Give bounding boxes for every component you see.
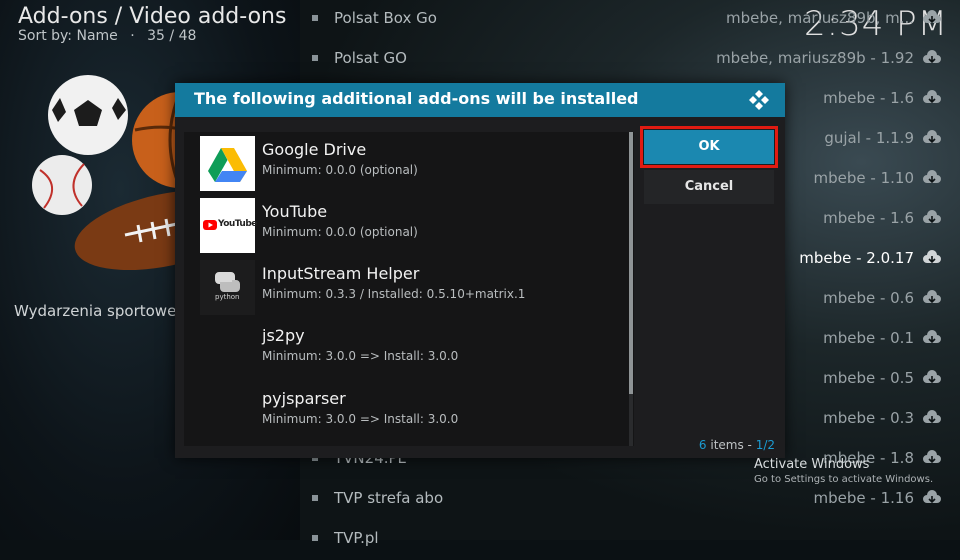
- addon-version: mbebe - 0.5: [823, 369, 914, 387]
- cloud-download-icon: [923, 290, 941, 304]
- addon-requirement: Minimum: 3.0.0 => Install: 3.0.0: [262, 412, 459, 426]
- list-item[interactable]: js2py Minimum: 3.0.0 => Install: 3.0.0: [200, 322, 630, 384]
- item-counter: 6 items - 1/2: [699, 438, 775, 452]
- youtube-logo-text: YouTube: [218, 219, 257, 229]
- dialog-title: The following additional add-ons will be…: [194, 89, 639, 108]
- google-drive-icon: [200, 136, 255, 191]
- addon-version: mbebe - 1.6: [823, 89, 914, 107]
- item-count: 6: [698, 438, 707, 452]
- addon-name: pyjsparser: [262, 389, 346, 408]
- cloud-download-icon: [923, 90, 941, 104]
- watermark-subtitle: Go to Settings to activate Windows.: [754, 474, 934, 485]
- sort-separator: ·: [130, 28, 135, 44]
- scrollbar-thumb[interactable]: [629, 132, 633, 394]
- addon-name: js2py: [262, 326, 305, 345]
- list-item[interactable]: Polsat Box Go mbebe, mariusz89b, m...: [300, 0, 960, 40]
- addon-version: mbebe - 1.16: [813, 489, 914, 507]
- addon-version: mbebe - 0.1: [823, 329, 914, 347]
- addon-version: mbebe, mariusz89b, m...: [725, 9, 914, 27]
- list-item[interactable]: YouTube YouTube Minimum: 0.0.0 (optional…: [200, 198, 630, 260]
- addon-name: Polsat Box Go: [334, 9, 437, 27]
- addon-dependency-list: Google Drive Minimum: 0.0.0 (optional) Y…: [184, 132, 634, 446]
- sort-label: Sort by: Name: [18, 28, 118, 44]
- cloud-download-icon: [923, 50, 941, 64]
- kodi-logo-icon: [749, 90, 769, 110]
- addon-version: mbebe, mariusz89b - 1.92: [716, 49, 914, 67]
- list-item[interactable]: python InputStream Helper Minimum: 0.3.3…: [200, 260, 630, 322]
- addon-requirement: Minimum: 0.0.0 (optional): [262, 225, 418, 239]
- addon-name: TVP.pl: [334, 529, 379, 547]
- cloud-download-icon: [923, 170, 941, 184]
- list-item[interactable]: TVP strefa abo mbebe - 1.16: [300, 480, 960, 520]
- youtube-icon: YouTube: [200, 198, 257, 253]
- addon-name: TVP strefa abo: [334, 489, 444, 507]
- activate-windows-watermark: Activate Windows Go to Settings to activ…: [754, 457, 933, 485]
- addon-requirement: Minimum: 0.0.0 (optional): [262, 163, 418, 177]
- addon-version: mbebe - 0.6: [823, 289, 914, 307]
- list-item[interactable]: Google Drive Minimum: 0.0.0 (optional): [200, 136, 630, 198]
- list-item[interactable]: Polsat GO mbebe, mariusz89b - 1.92: [300, 40, 960, 80]
- list-item[interactable]: TVP.pl: [300, 520, 960, 560]
- python-icon: python: [200, 260, 255, 315]
- ok-button[interactable]: OK: [640, 126, 778, 168]
- addon-name: Polsat GO: [334, 49, 407, 67]
- list-item[interactable]: pyjsparser Minimum: 3.0.0 => Install: 3.…: [200, 385, 630, 447]
- page-title: Add-ons / Video add-ons: [18, 4, 287, 29]
- bullet-icon: [312, 15, 318, 21]
- watermark-title: Activate Windows: [754, 457, 870, 472]
- item-count-suffix: items -: [706, 438, 756, 452]
- bullet-icon: [312, 535, 318, 541]
- cancel-button[interactable]: Cancel: [644, 170, 774, 204]
- addon-version: gujal - 1.1.9: [824, 129, 914, 147]
- item-position: 35 / 48: [147, 28, 197, 44]
- install-dependencies-dialog: The following additional add-ons will be…: [175, 83, 785, 458]
- cloud-download-icon: [923, 410, 941, 424]
- addon-version: mbebe - 2.0.17: [799, 249, 914, 267]
- bullet-icon: [312, 55, 318, 61]
- cloud-download-icon: [923, 130, 941, 144]
- bullet-icon: [312, 495, 318, 501]
- addon-version: mbebe - 1.6: [823, 209, 914, 227]
- sort-info[interactable]: Sort by: Name · 35 / 48: [18, 28, 196, 44]
- cloud-download-icon: [923, 10, 941, 24]
- cloud-download-icon: [923, 250, 941, 264]
- addon-name: YouTube: [262, 202, 328, 221]
- dialog-header: The following additional add-ons will be…: [175, 83, 785, 117]
- addon-requirement: Minimum: 0.3.3 / Installed: 0.5.10+matri…: [262, 287, 526, 301]
- cloud-download-icon: [923, 490, 941, 504]
- cloud-download-icon: [923, 210, 941, 224]
- cloud-download-icon: [923, 370, 941, 384]
- category-label: Wydarzenia sportowe: [14, 302, 177, 320]
- addon-version: mbebe - 1.10: [813, 169, 914, 187]
- cloud-download-icon: [923, 330, 941, 344]
- addon-requirement: Minimum: 3.0.0 => Install: 3.0.0: [262, 349, 459, 363]
- python-logo-text: python: [215, 293, 240, 301]
- addon-name: InputStream Helper: [262, 264, 420, 283]
- addon-name: Google Drive: [262, 140, 367, 159]
- addon-version: mbebe - 0.3: [823, 409, 914, 427]
- page-indicator: 1/2: [755, 438, 775, 452]
